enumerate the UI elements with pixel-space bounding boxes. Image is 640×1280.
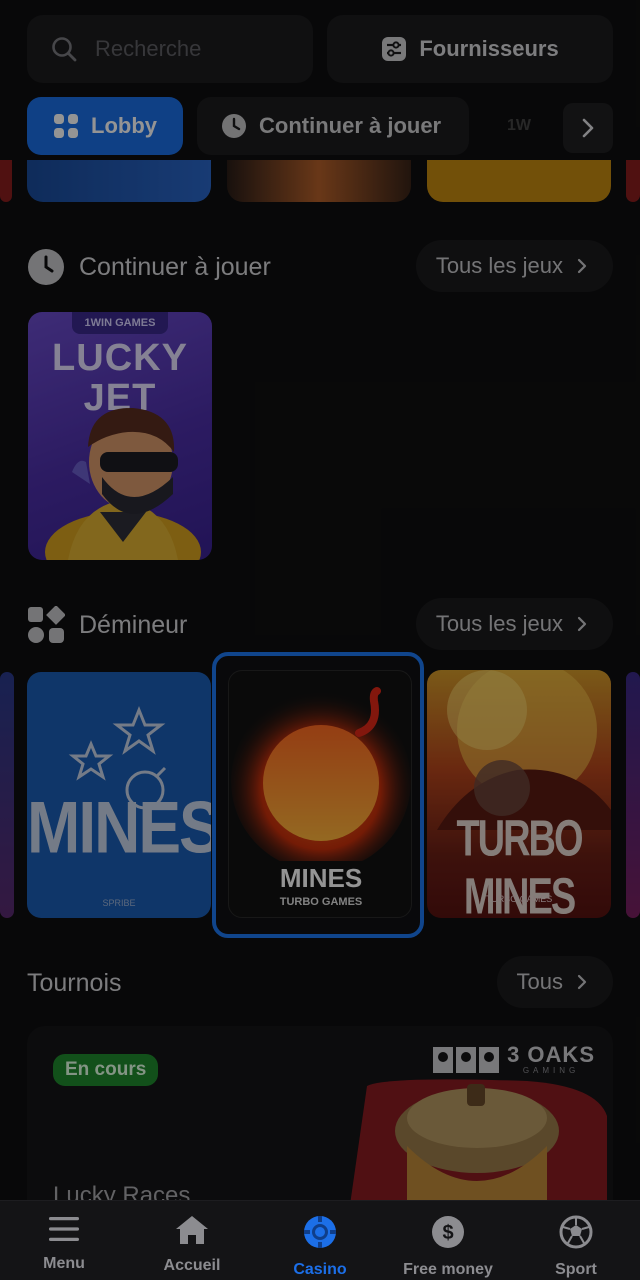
mines-section-header: Démineur Tous les jeux [27,598,613,652]
all-tournaments-button[interactable]: Tous [496,956,613,1008]
section-title: Démineur [79,610,188,639]
nav-label: Casino [293,1261,347,1278]
provider-subtitle: GAMING [522,1066,580,1075]
three-oaks-logo-icon [433,1046,500,1073]
dollar-coin-icon: $ [432,1216,464,1248]
tab-label: Lobby [91,113,157,138]
game-card-cropped[interactable] [27,160,211,202]
tournament-card[interactable]: En cours 3 OAKS GAMING Lucky Races [27,1026,613,1226]
game-provider: TURBO GAMES [485,894,553,904]
tabs-scroll-right-button[interactable] [563,103,613,153]
lucky-jet-character-illustration [45,407,201,560]
all-games-button[interactable]: Tous les jeux [415,598,613,650]
clock-icon [222,114,246,138]
grid-icon [54,114,78,138]
chevron-right-icon [577,258,587,274]
nav-free-money[interactable]: $ Free money [384,1201,512,1280]
nav-casino[interactable]: Casino [256,1201,384,1280]
mines-category-icon [28,606,65,643]
game-card-mines-spribe[interactable]: MINES SPRIBE [27,672,211,918]
section-title: Continuer à jouer [79,252,271,281]
chevron-right-icon [577,616,587,632]
game-card-lucky-jet[interactable]: 1WIN GAMES LUCKY JET [28,312,212,560]
game-card-cropped[interactable] [227,160,411,202]
all-games-button[interactable]: Tous les jeux [415,240,613,292]
chevron-right-icon [577,974,587,990]
hamburger-icon [49,1217,79,1241]
tab-lobby[interactable]: Lobby [27,97,183,155]
all-games-label: Tous les jeux [435,611,563,636]
continue-playing-header: Continuer à jouer Tous les jeux [27,240,613,294]
providers-label: Fournisseurs [419,36,559,61]
game-title: MINES [279,863,363,893]
explosion-illustration [437,670,611,830]
tournaments-header: Tournois Tous [27,956,613,1010]
clock-icon [28,249,64,285]
chevron-right-icon [582,118,594,138]
soccer-ball-icon [559,1215,593,1249]
search-placeholder: Recherche [95,36,202,61]
nav-label: Free money [403,1261,493,1278]
provider-logo: 3 OAKS GAMING [433,1044,595,1075]
nav-label: Sport [555,1261,597,1278]
tab-label: 1W [507,117,531,134]
nav-sport[interactable]: Sport [512,1201,640,1280]
game-card-cropped[interactable] [0,672,14,918]
game-card-cropped[interactable] [0,160,12,202]
game-title: MINES [27,785,211,869]
search-input[interactable]: Recherche [27,15,313,83]
bottom-navigation: Menu Accueil Casino $ Free money Sport [0,1200,640,1280]
bomb-illustration [231,687,411,861]
game-card-cropped[interactable] [427,160,611,202]
status-badge: En cours [53,1054,159,1086]
all-games-label: Tous les jeux [435,253,563,278]
game-card-mines-turbo-games[interactable]: MINES TURBO GAMES [228,670,412,918]
casino-chip-icon [304,1216,336,1248]
home-icon [176,1216,208,1244]
nav-home[interactable]: Accueil [128,1201,256,1280]
tab-label: Continuer à jouer [259,113,442,138]
game-provider: SPRIBE [102,898,136,908]
search-icon [52,37,77,62]
game-card-cropped[interactable] [626,160,640,202]
filter-sliders-icon [382,37,407,61]
category-tabs: Lobby Continuer à jouer 1W [27,97,613,155]
providers-button[interactable]: Fournisseurs [327,15,613,83]
svg-text:$: $ [442,1222,453,1244]
game-card-turbo-mines[interactable]: TURBO MINES TURBO GAMES [427,670,611,918]
nav-label: Menu [43,1255,85,1272]
nav-menu[interactable]: Menu [0,1201,128,1280]
all-tournaments-label: Tous [516,969,563,994]
section-title: Tournois [27,968,122,997]
game-card-cropped[interactable] [626,672,640,918]
nav-label: Accueil [163,1257,221,1274]
tab-continue-playing[interactable]: Continuer à jouer [197,97,469,155]
game-provider: TURBO GAMES [279,896,363,908]
provider-name: 3 OAKS [507,1042,595,1067]
